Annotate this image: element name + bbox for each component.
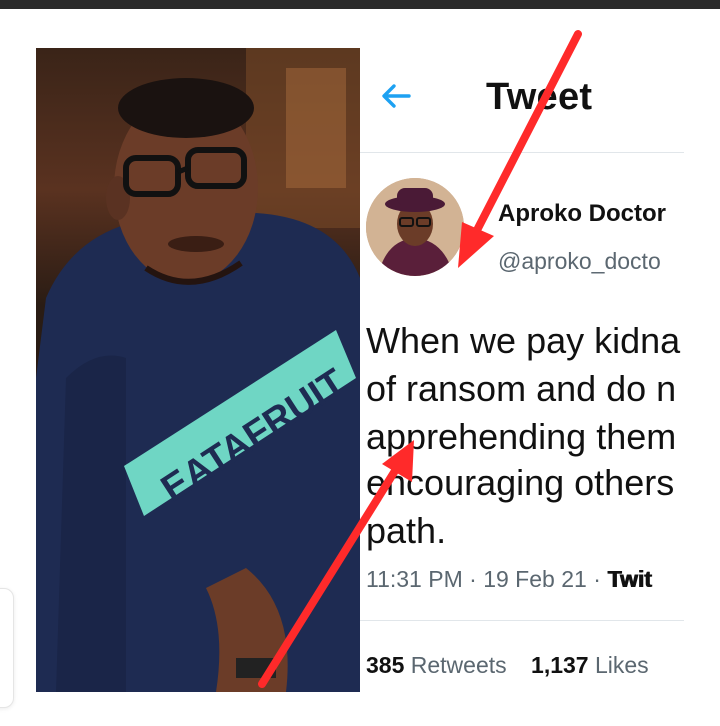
tweet-stats: 385 Retweets 1,137 Likes [366, 652, 667, 679]
tweet-timestamp: 11:31 PM · 19 Feb 21 · Twit [366, 566, 652, 593]
arrow-left-icon [382, 84, 411, 108]
tweet-time: 11:31 PM [366, 566, 463, 592]
side-card-edge [0, 588, 14, 708]
tweet-text-line: encouraging others [366, 462, 675, 503]
top-bar [0, 0, 720, 9]
retweets-label: Retweets [410, 652, 507, 678]
meta-separator: · [593, 566, 601, 592]
page-title: Tweet [486, 76, 593, 118]
tweet-text-line: path. [366, 510, 447, 551]
tweet-panel: Tweet Aproko Doctor @aproko_docto When w… [360, 48, 684, 692]
author-handle[interactable]: @aproko_docto [498, 248, 661, 275]
likes-label: Likes [594, 652, 649, 678]
likes-count: 1,137 [531, 652, 589, 678]
likes-stat[interactable]: 1,137 Likes [531, 652, 649, 679]
retweets-stat[interactable]: 385 Retweets [366, 652, 507, 679]
stats-divider [360, 620, 684, 621]
tweet-source[interactable]: Twit [607, 566, 651, 592]
avatar[interactable] [366, 178, 464, 276]
retweets-count: 385 [366, 652, 405, 678]
tweet-text-line: apprehending them [366, 416, 677, 457]
tweet-text-line: of ransom and do n [366, 368, 677, 409]
photo-man-eatafruit-shirt: EATAFRUIT [36, 48, 360, 692]
meta-separator: · [469, 566, 477, 592]
tweet-text-line: When we pay kidna [366, 320, 681, 361]
author-name[interactable]: Aproko Doctor [498, 200, 666, 228]
back-button[interactable] [378, 78, 414, 114]
tweet-date: 19 Feb 21 [483, 566, 587, 592]
header-divider [360, 152, 684, 153]
